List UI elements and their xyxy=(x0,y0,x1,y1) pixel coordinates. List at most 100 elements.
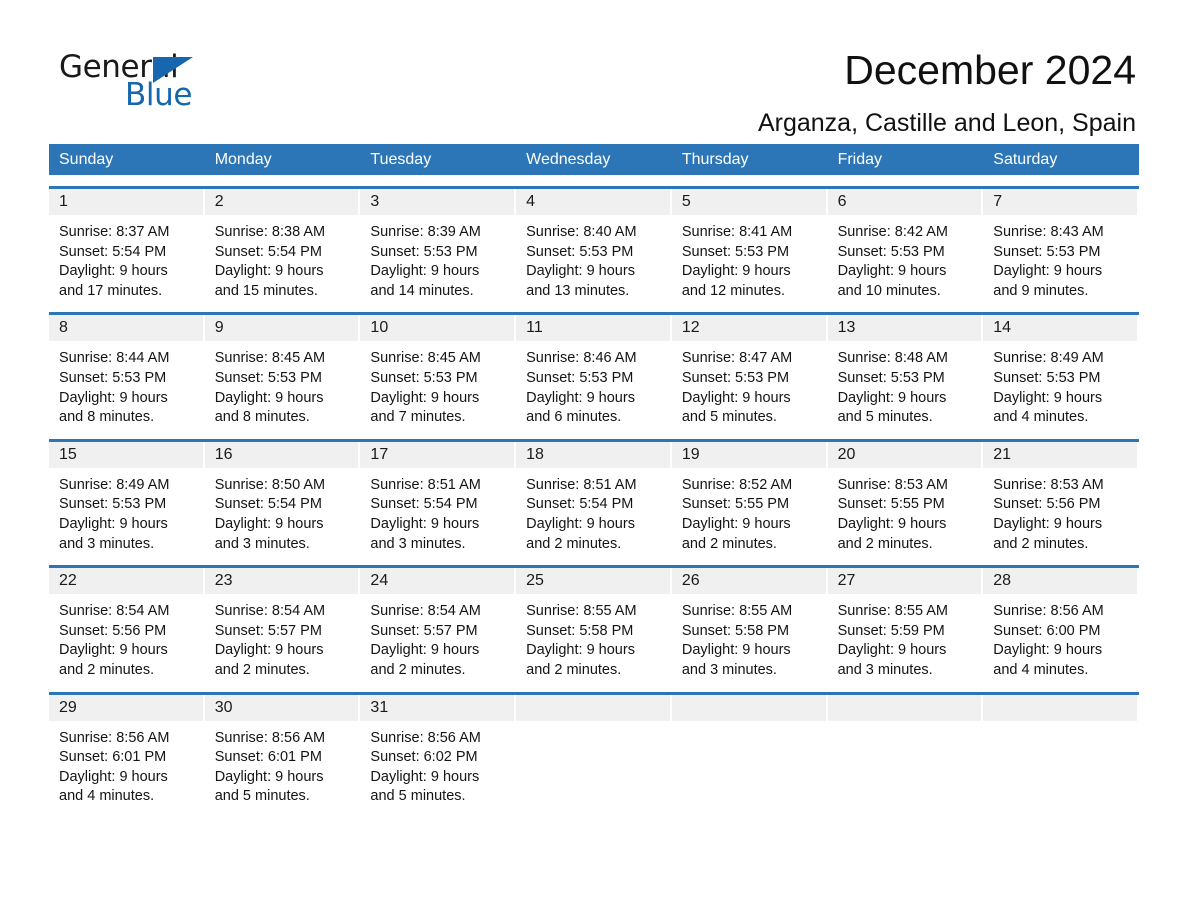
day-cell[interactable]: 25 Sunrise: 8:55 AM Sunset: 5:58 PM Dayl… xyxy=(516,568,672,680)
day-details: Sunrise: 8:55 AM Sunset: 5:58 PM Dayligh… xyxy=(516,594,672,680)
daylight-text-line1: Daylight: 9 hours xyxy=(837,642,947,659)
calendar-page: General Blue December 2024 Arganza, Cast… xyxy=(0,0,1188,918)
daylight-text-line1: Daylight: 9 hours xyxy=(681,515,791,532)
sunset-text: Sunset: 5:56 PM xyxy=(59,622,167,639)
day-number: 22 xyxy=(59,572,77,590)
sunset-text: Sunset: 5:53 PM xyxy=(59,369,167,386)
day-number-bar xyxy=(983,694,1137,721)
day-number: 18 xyxy=(526,445,544,463)
day-cell[interactable]: 22 Sunrise: 8:54 AM Sunset: 5:56 PM Dayl… xyxy=(49,568,205,680)
day-cell[interactable]: 28 Sunrise: 8:56 AM Sunset: 6:00 PM Dayl… xyxy=(983,568,1139,680)
sunrise-text: Sunrise: 8:56 AM xyxy=(370,729,481,746)
day-cell[interactable]: 9 Sunrise: 8:45 AM Sunset: 5:53 PM Dayli… xyxy=(204,315,361,427)
day-number-bar xyxy=(827,694,982,721)
sunrise-text: Sunrise: 8:56 AM xyxy=(59,729,170,746)
daylight-text-line1: Daylight: 9 hours xyxy=(526,515,635,532)
day-cell[interactable]: 1 Sunrise: 8:37 AM Sunset: 5:54 PM Dayli… xyxy=(49,189,205,301)
daylight-text-line2: and 9 minutes. xyxy=(993,282,1089,299)
day-number: 31 xyxy=(370,698,389,716)
day-details: Sunrise: 8:53 AM Sunset: 5:55 PM Dayligh… xyxy=(828,468,984,554)
daylight-text-line2: and 12 minutes. xyxy=(681,282,786,299)
day-cell[interactable]: 24 Sunrise: 8:54 AM Sunset: 5:57 PM Dayl… xyxy=(360,568,516,680)
week-row: 15 Sunrise: 8:49 AM Sunset: 5:53 PM Dayl… xyxy=(49,438,1139,554)
daylight-text-line2: and 13 minutes. xyxy=(526,282,630,299)
day-number: 15 xyxy=(59,445,77,463)
day-cell[interactable]: 26 Sunrise: 8:55 AM Sunset: 5:58 PM Dayl… xyxy=(671,568,828,680)
daylight-text-line1: Daylight: 9 hours xyxy=(526,263,635,280)
day-cell[interactable]: 8 Sunrise: 8:44 AM Sunset: 5:53 PM Dayli… xyxy=(49,315,205,427)
weekday-header-row: Sunday Monday Tuesday Wednesday Thursday… xyxy=(49,144,1139,175)
weekday-monday: Monday xyxy=(214,151,272,168)
day-number: 5 xyxy=(681,193,691,210)
day-cell[interactable]: 13 Sunrise: 8:48 AM Sunset: 5:53 PM Dayl… xyxy=(827,315,984,427)
day-cell[interactable]: 16 Sunrise: 8:50 AM Sunset: 5:54 PM Dayl… xyxy=(204,441,361,554)
daylight-text-line2: and 2 minutes. xyxy=(837,535,933,552)
daylight-text-line2: and 3 minutes. xyxy=(681,661,777,678)
day-number-bar: 2 xyxy=(204,189,359,215)
day-number-bar: 31 xyxy=(360,694,515,721)
day-cell[interactable]: 6 Sunrise: 8:42 AM Sunset: 5:53 PM Dayli… xyxy=(827,189,984,301)
daylight-text-line1: Daylight: 9 hours xyxy=(370,642,480,659)
sunrise-text: Sunrise: 8:47 AM xyxy=(681,350,793,367)
sunset-text: Sunset: 5:53 PM xyxy=(526,243,634,260)
day-cell[interactable]: 11 Sunrise: 8:46 AM Sunset: 5:53 PM Dayl… xyxy=(516,315,672,427)
day-cell-empty xyxy=(671,694,828,807)
day-cell[interactable]: 12 Sunrise: 8:47 AM Sunset: 5:53 PM Dayl… xyxy=(671,315,828,427)
day-cell[interactable]: 10 Sunrise: 8:45 AM Sunset: 5:53 PM Dayl… xyxy=(360,315,516,427)
day-details: Sunrise: 8:51 AM Sunset: 5:54 PM Dayligh… xyxy=(360,468,516,554)
logo-word-blue: Blue xyxy=(125,77,192,113)
sunrise-text: Sunrise: 8:48 AM xyxy=(837,350,948,367)
day-cell[interactable]: 4 Sunrise: 8:40 AM Sunset: 5:53 PM Dayli… xyxy=(516,189,672,301)
daylight-text-line2: and 3 minutes. xyxy=(214,535,310,552)
sunset-text: Sunset: 6:02 PM xyxy=(370,749,478,766)
day-details: Sunrise: 8:52 AM Sunset: 5:55 PM Dayligh… xyxy=(672,468,828,554)
generalblue-logo[interactable]: General Blue xyxy=(49,46,209,116)
daylight-text-line1: Daylight: 9 hours xyxy=(837,389,947,406)
day-details: Sunrise: 8:41 AM Sunset: 5:53 PM Dayligh… xyxy=(672,215,828,301)
day-cell[interactable]: 18 Sunrise: 8:51 AM Sunset: 5:54 PM Dayl… xyxy=(516,441,672,554)
sunrise-text: Sunrise: 8:46 AM xyxy=(526,350,637,367)
day-cell[interactable]: 15 Sunrise: 8:49 AM Sunset: 5:53 PM Dayl… xyxy=(49,441,205,554)
daylight-text-line2: and 8 minutes. xyxy=(214,409,310,426)
daylight-text-line2: and 3 minutes. xyxy=(59,535,155,552)
day-number-bar: 6 xyxy=(827,189,982,215)
day-number: 14 xyxy=(993,319,1012,337)
day-number: 17 xyxy=(370,445,389,463)
day-cell[interactable]: 7 Sunrise: 8:43 AM Sunset: 5:53 PM Dayli… xyxy=(983,189,1139,301)
day-cell[interactable]: 23 Sunrise: 8:54 AM Sunset: 5:57 PM Dayl… xyxy=(204,568,361,680)
day-cell[interactable]: 17 Sunrise: 8:51 AM Sunset: 5:54 PM Dayl… xyxy=(360,441,516,554)
day-details: Sunrise: 8:54 AM Sunset: 5:57 PM Dayligh… xyxy=(205,594,361,680)
daylight-text-line1: Daylight: 9 hours xyxy=(59,768,168,785)
day-cell[interactable]: 3 Sunrise: 8:39 AM Sunset: 5:53 PM Dayli… xyxy=(360,189,516,301)
day-number-bar: 8 xyxy=(49,315,203,342)
day-cell[interactable]: 30 Sunrise: 8:56 AM Sunset: 6:01 PM Dayl… xyxy=(204,694,361,807)
daylight-text-line2: and 4 minutes. xyxy=(993,661,1089,678)
day-details: Sunrise: 8:56 AM Sunset: 6:02 PM Dayligh… xyxy=(360,721,516,807)
daylight-text-line1: Daylight: 9 hours xyxy=(681,642,791,659)
day-number-bar: 5 xyxy=(671,189,826,215)
day-cell[interactable]: 27 Sunrise: 8:55 AM Sunset: 5:59 PM Dayl… xyxy=(827,568,984,680)
sunset-text: Sunset: 5:53 PM xyxy=(837,369,945,386)
day-number-bar: 22 xyxy=(49,568,203,595)
day-number-bar xyxy=(671,694,826,721)
sunrise-text: Sunrise: 8:55 AM xyxy=(526,603,637,620)
day-cell[interactable]: 19 Sunrise: 8:52 AM Sunset: 5:55 PM Dayl… xyxy=(671,441,828,554)
daylight-text-line2: and 8 minutes. xyxy=(59,409,155,426)
day-cell[interactable]: 14 Sunrise: 8:49 AM Sunset: 5:53 PM Dayl… xyxy=(983,315,1139,427)
sunrise-text: Sunrise: 8:43 AM xyxy=(993,224,1104,240)
day-number: 2 xyxy=(214,193,224,210)
day-number-bar: 16 xyxy=(204,441,359,468)
daylight-text-line2: and 17 minutes. xyxy=(59,282,163,299)
day-cell[interactable]: 5 Sunrise: 8:41 AM Sunset: 5:53 PM Dayli… xyxy=(671,189,828,301)
day-cell[interactable]: 31 Sunrise: 8:56 AM Sunset: 6:02 PM Dayl… xyxy=(360,694,516,807)
day-cell[interactable]: 29 Sunrise: 8:56 AM Sunset: 6:01 PM Dayl… xyxy=(49,694,205,807)
day-cell[interactable]: 2 Sunrise: 8:38 AM Sunset: 5:54 PM Dayli… xyxy=(204,189,361,301)
sunrise-text: Sunrise: 8:51 AM xyxy=(370,476,481,493)
day-cell[interactable]: 20 Sunrise: 8:53 AM Sunset: 5:55 PM Dayl… xyxy=(827,441,984,554)
sunset-text: Sunset: 5:53 PM xyxy=(993,243,1101,260)
sunrise-text: Sunrise: 8:56 AM xyxy=(993,603,1104,620)
day-number: 12 xyxy=(681,319,700,337)
day-cell[interactable]: 21 Sunrise: 8:53 AM Sunset: 5:56 PM Dayl… xyxy=(983,441,1139,554)
sunrise-text: Sunrise: 8:53 AM xyxy=(837,476,948,493)
sunset-text: Sunset: 5:53 PM xyxy=(837,243,945,260)
